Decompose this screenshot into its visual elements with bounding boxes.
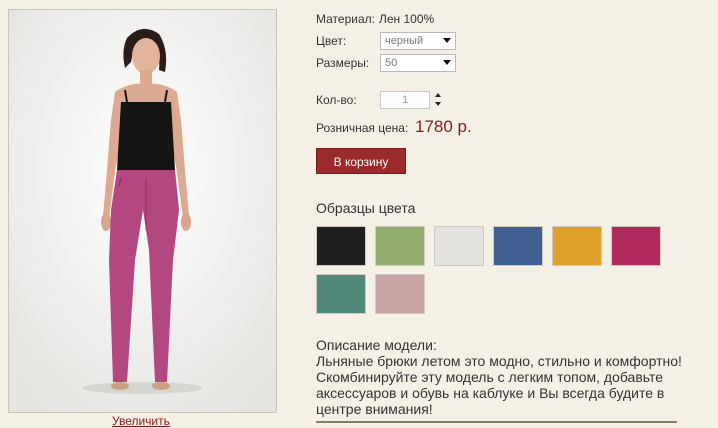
swatch-teal[interactable]: [316, 274, 366, 314]
arrow-up-icon[interactable]: [435, 93, 441, 97]
model-illustration: [9, 10, 276, 412]
product-photo[interactable]: [8, 9, 277, 413]
swatch-blue[interactable]: [493, 226, 543, 266]
size-label: Размеры:: [316, 56, 370, 70]
quantity-stepper[interactable]: [435, 92, 443, 108]
chevron-down-icon: [443, 38, 451, 43]
description-line: аксессуаров и обувь на каблуке и Вы всег…: [316, 385, 665, 401]
enlarge-link[interactable]: Увеличить: [112, 414, 170, 428]
price-value: 1780 р.: [415, 117, 472, 136]
color-select[interactable]: черный: [380, 32, 456, 50]
swatch-pink[interactable]: [375, 274, 425, 314]
swatch-black[interactable]: [316, 226, 366, 266]
qty-label: Кол-во:: [316, 93, 357, 107]
material-label: Материал:: [316, 12, 375, 26]
description-line: Льняные брюки летом это модно, стильно и…: [316, 353, 682, 369]
swatches-title: Образцы цвета: [316, 200, 416, 216]
swatch-mustard[interactable]: [552, 226, 602, 266]
add-to-cart-button[interactable]: В корзину: [316, 148, 406, 174]
description-line: центре внимания!: [316, 401, 433, 417]
material-value: Лен 100%: [379, 12, 435, 26]
swatch-magenta[interactable]: [611, 226, 661, 266]
swatch-light-grey[interactable]: [434, 226, 484, 266]
chevron-down-icon: [443, 60, 451, 65]
swatch-green[interactable]: [375, 226, 425, 266]
size-select[interactable]: 50: [380, 54, 456, 72]
description-title: Описание модели:: [316, 337, 437, 353]
color-select-value: черный: [385, 35, 424, 47]
price-label: Розничная цена:: [316, 121, 409, 135]
description-line: Скомбинируйте эту модель с легким топом,…: [316, 369, 663, 385]
divider: [316, 421, 677, 423]
description-body: Льняные брюки летом это модно, стильно и…: [316, 353, 718, 417]
quantity-input[interactable]: 1: [380, 91, 430, 109]
size-select-value: 50: [385, 57, 398, 69]
color-label: Цвет:: [316, 34, 347, 48]
arrow-down-icon[interactable]: [435, 102, 441, 106]
